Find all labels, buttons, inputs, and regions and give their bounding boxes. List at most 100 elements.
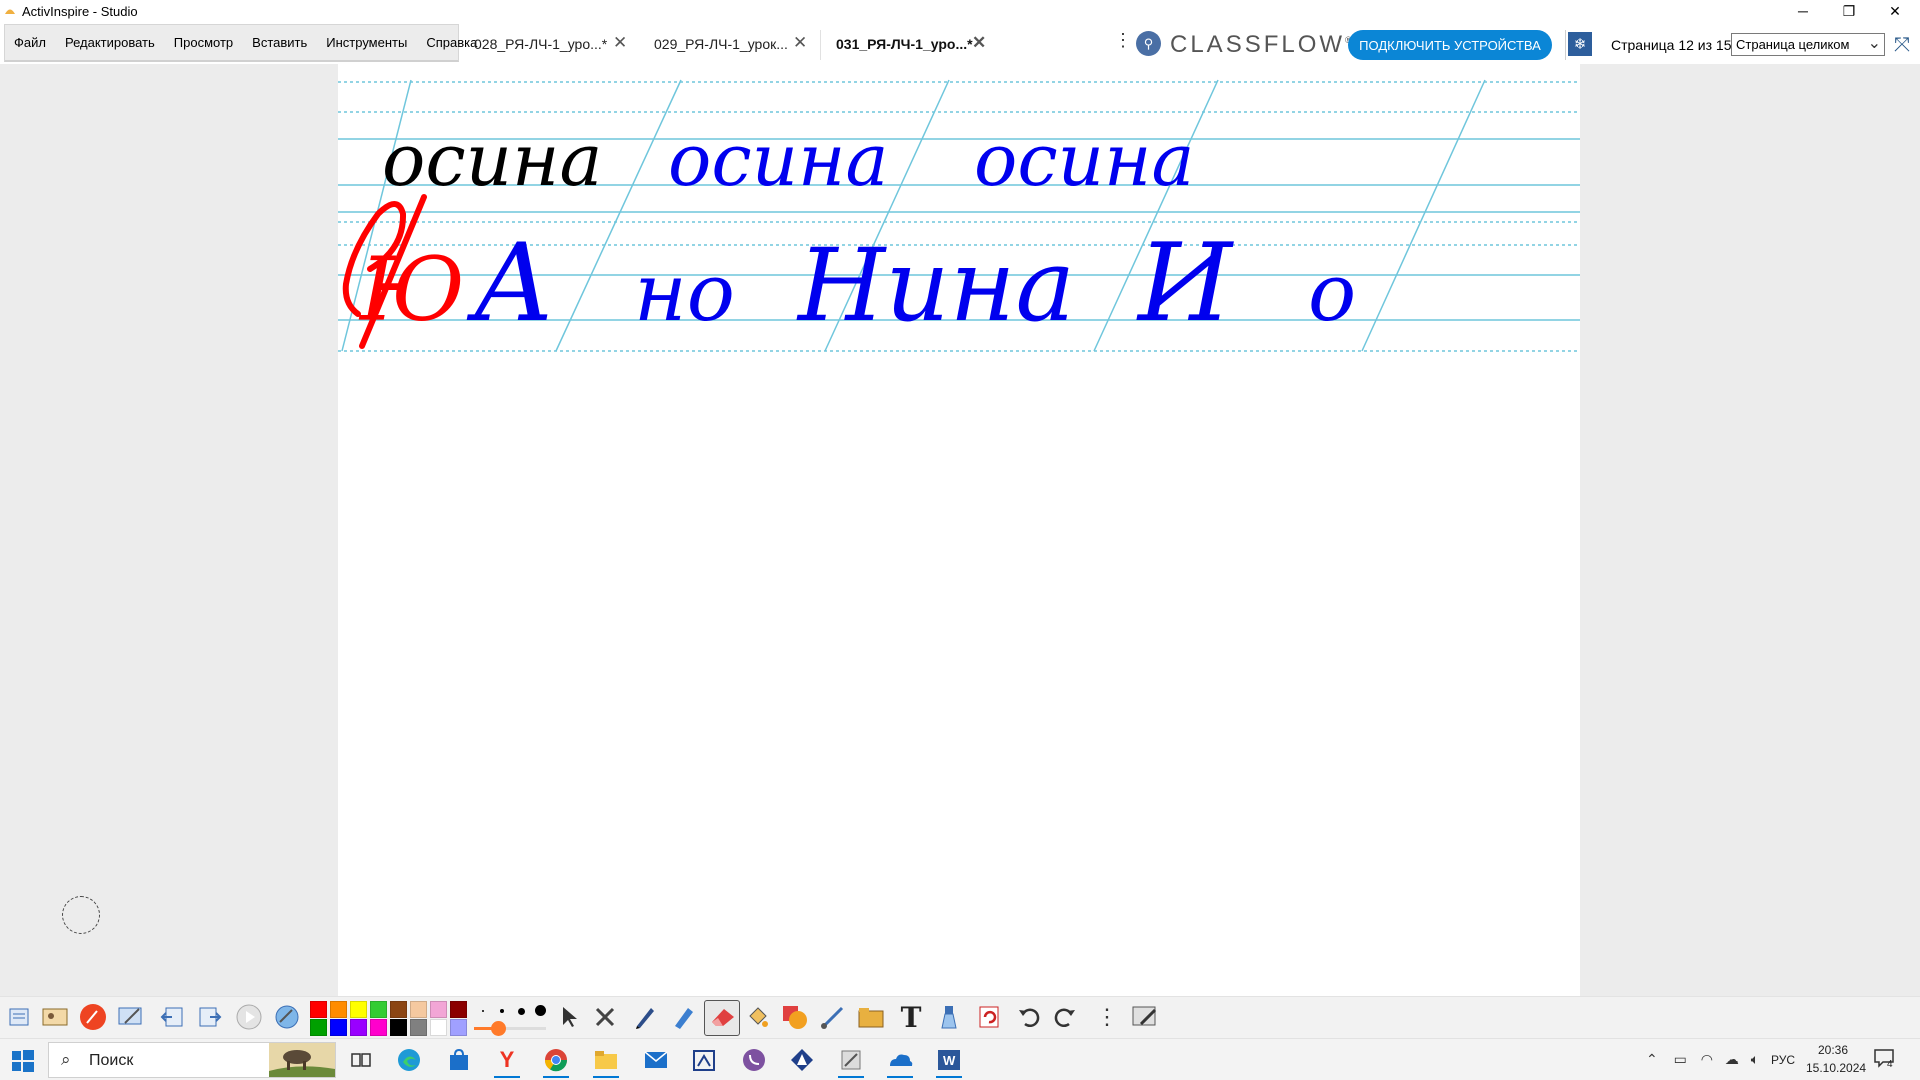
file-explorer-icon[interactable] [590,1045,622,1078]
color-swatch-dark-red[interactable] [450,1001,467,1018]
fullscreen-icon[interactable]: ⤧ [1894,34,1910,57]
tab-label: 031_РЯ-ЛЧ-1_уро...* [836,36,973,52]
text-tool-icon[interactable]: T [896,1001,926,1034]
windows-start-icon[interactable] [12,1050,34,1072]
freeze-icon[interactable]: ❄ [1568,32,1592,56]
color-swatch-magenta[interactable] [370,1019,387,1036]
classflow-icon[interactable]: ⚲ [1136,31,1161,56]
pen-width-3[interactable] [518,1008,525,1015]
activinspire-taskbar-icon[interactable] [786,1045,818,1075]
main-menu-icon[interactable] [4,1002,34,1032]
undo-icon[interactable] [1014,1002,1044,1032]
color-swatch-dark-green[interactable] [310,1019,327,1036]
pen-cursor-indicator [62,896,100,934]
dashboard-icon[interactable] [116,1002,146,1032]
word-icon[interactable]: W [933,1045,965,1078]
store-icon[interactable] [443,1045,475,1075]
color-swatch-blue[interactable] [330,1019,347,1036]
taskbar: ⌕ Поиск Y W ⌃ ▭ ◠ ☁ 🔈︎ РУС 20:36 15.10.2… [0,1038,1920,1080]
more-options-icon[interactable]: ⋮ [1114,30,1132,51]
more-tools-icon[interactable]: ⋮ [1092,1002,1122,1032]
color-swatch-brown[interactable] [390,1001,407,1018]
customize-toolbox-icon[interactable] [1130,1002,1160,1032]
volume-icon[interactable]: 🔈︎ [1751,1051,1759,1067]
resource-library-icon[interactable] [856,1002,886,1032]
reset-page-icon[interactable] [974,1002,1004,1032]
clock-time[interactable]: 20:36 [1818,1043,1848,1057]
minimize-button[interactable]: ─ [1780,0,1826,22]
redo-icon[interactable] [1050,1002,1080,1032]
fill-tool-icon[interactable] [742,1002,772,1032]
tab-document-028[interactable]: 028_РЯ-ЛЧ-1_уро...* ✕ [474,28,634,60]
chrome-icon[interactable] [540,1045,572,1078]
show-hidden-icons-icon[interactable]: ⌃ [1646,1051,1658,1067]
menu-file[interactable]: Файл [5,35,56,50]
shape-tool-icon[interactable] [780,1002,810,1032]
taskbar-search-input[interactable]: ⌕ Поиск [48,1042,336,1078]
pen-width-4[interactable] [535,1005,546,1016]
color-swatch-black[interactable] [390,1019,407,1036]
flipchart-page[interactable]: осина осина осина Ю А но Нина И о [338,64,1580,996]
color-swatch-gray[interactable] [410,1019,427,1036]
tab-close-icon[interactable]: ✕ [972,33,986,53]
color-swatch-yellow[interactable] [350,1001,367,1018]
yandex-browser-icon[interactable]: Y [491,1045,523,1078]
handwriting-blue-letter: И [1136,221,1234,346]
search-placeholder: Поиск [89,1052,134,1069]
mail-icon[interactable] [640,1045,672,1075]
desktop-annotate-icon[interactable] [272,1002,302,1032]
device-icon[interactable]: ▭ [1674,1051,1687,1067]
color-swatch-orange[interactable] [330,1001,347,1018]
pen-tool-icon[interactable] [630,1002,660,1032]
menu-tools[interactable]: Инструменты [317,35,417,50]
menu-insert[interactable]: Вставить [243,35,317,50]
page-indicator: Страница 12 из 15 [1611,37,1732,53]
clear-tool-icon[interactable] [934,1002,964,1032]
notifications-icon[interactable]: 4 [1873,1048,1899,1072]
maximize-button[interactable]: ❐ [1826,0,1872,22]
network-icon[interactable]: ◠ [1701,1051,1713,1067]
color-swatch-pink[interactable] [430,1001,447,1018]
color-swatch-red[interactable] [310,1001,327,1018]
onedrive-icon[interactable]: ☁ [1725,1051,1739,1067]
pen-width-1[interactable] [482,1010,484,1012]
active-indicator [838,1076,864,1078]
pen-width-2[interactable] [500,1009,504,1013]
calendar-app-icon[interactable] [688,1045,720,1075]
color-swatch-lavender[interactable] [450,1019,467,1036]
activinspire-studio-icon[interactable] [835,1045,867,1078]
edge-icon[interactable] [393,1045,425,1075]
viber-icon[interactable] [738,1045,770,1075]
pen-width-slider-handle[interactable] [491,1021,506,1036]
next-page-icon[interactable] [194,1002,224,1032]
color-swatch-white[interactable] [430,1019,447,1036]
color-swatch-green[interactable] [370,1001,387,1018]
menu-view[interactable]: Просмотр [165,35,243,50]
zoom-select[interactable]: Страница целиком ⌄ [1731,33,1885,56]
close-button[interactable]: ✕ [1872,0,1918,22]
onedrive-app-icon[interactable] [884,1045,916,1078]
previous-page-icon[interactable] [158,1002,188,1032]
eraser-tool-icon[interactable] [707,1002,737,1032]
browser-icon[interactable] [40,1002,70,1032]
menu-edit[interactable]: Редактировать [56,35,165,50]
connector-tool-icon[interactable] [818,1002,848,1032]
menu-bar: Файл Редактировать Просмотр Вставить Инс… [4,24,477,62]
task-view-icon[interactable] [345,1045,377,1075]
edit-tool-icon[interactable] [590,1002,620,1032]
play-icon[interactable] [234,1002,264,1032]
tab-document-029[interactable]: 029_РЯ-ЛЧ-1_урок... ✕ [654,28,814,60]
pen-record-icon[interactable] [78,1002,108,1032]
tab-document-031[interactable]: 031_РЯ-ЛЧ-1_уро...* ✕ [822,28,1002,60]
copybook-ruling: осина осина осина Ю А но Нина И о [338,79,1580,352]
select-tool-icon[interactable] [554,1002,584,1032]
classflow-logo: CLASSFLOW® [1170,31,1352,59]
clock-date[interactable]: 15.10.2024 [1806,1061,1866,1075]
keyboard-language[interactable]: РУС [1771,1053,1795,1067]
connect-devices-button[interactable]: ПОДКЛЮЧИТЬ УСТРОЙСТВА [1348,30,1552,60]
color-swatch-purple[interactable] [350,1019,367,1036]
tab-close-icon[interactable]: ✕ [793,33,807,53]
tab-close-icon[interactable]: ✕ [613,33,627,53]
highlighter-tool-icon[interactable] [668,1002,698,1032]
color-swatch-peach[interactable] [410,1001,427,1018]
